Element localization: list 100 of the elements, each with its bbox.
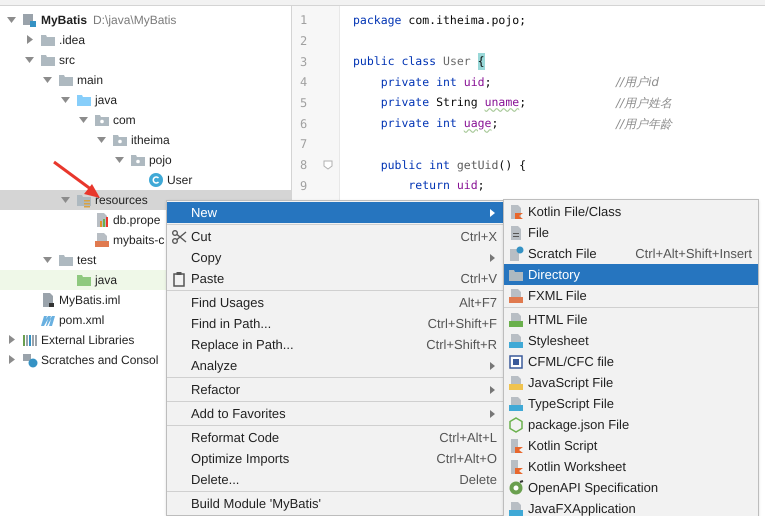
menu-item[interactable]: OpenAPI Specification: [504, 477, 758, 498]
menu-item[interactable]: Cut Ctrl+X: [167, 226, 503, 247]
tree-row[interactable]: MyBatis D:\java\MyBatis: [0, 10, 291, 30]
shortcut-label: Ctrl+X: [460, 228, 497, 246]
kotlin-file-icon: [508, 438, 524, 454]
tree-label: MyBatis: [41, 12, 88, 29]
tree-row[interactable]: pojo: [0, 150, 291, 170]
tree-row[interactable]: java: [0, 90, 291, 110]
line-number: 5: [300, 95, 308, 112]
line-number: 3: [300, 54, 308, 71]
menu-item[interactable]: Build Module 'MyBatis': [167, 493, 503, 514]
openapi-icon: [508, 480, 524, 496]
menu-item[interactable]: Refactor: [167, 379, 503, 400]
code-token: User: [442, 53, 472, 70]
code-keyword: private int: [380, 115, 458, 132]
tree-label: mybaits-c: [113, 232, 164, 249]
line-number: 1: [300, 12, 308, 30]
shortcut-label: Ctrl+Alt+Shift+Insert: [635, 244, 752, 263]
shortcut-label: Ctrl+Alt+L: [439, 428, 497, 447]
menu-item[interactable]: FXML File: [504, 285, 758, 306]
package-icon: [94, 112, 110, 128]
code-token: String: [435, 94, 479, 112]
line-number: 8: [300, 157, 308, 174]
code-token: ;: [519, 94, 526, 112]
menu-item[interactable]: Copy: [167, 247, 503, 268]
folder-icon: [58, 252, 74, 268]
tree-row[interactable]: itheima: [0, 130, 291, 150]
menu-item[interactable]: Replace in Path... Ctrl+Shift+R: [167, 334, 503, 355]
code-comment: //用户年龄: [616, 116, 672, 133]
menu-item[interactable]: Stylesheet: [504, 330, 758, 351]
tree-label: pojo: [149, 152, 172, 169]
folder-icon: [40, 52, 56, 68]
code-token: uid: [462, 74, 485, 91]
menu-item[interactable]: Add to Favorites: [167, 403, 503, 424]
kotlin-file-icon: [508, 204, 524, 220]
fold-icon[interactable]: [323, 160, 333, 170]
line-number: 6: [300, 116, 308, 133]
menu-item[interactable]: Reformat Code Ctrl+Alt+L: [167, 427, 503, 448]
menu-item[interactable]: Directory: [504, 264, 758, 285]
properties-file-icon: [94, 212, 110, 228]
tree-row[interactable]: com: [0, 110, 291, 130]
tree-label: main: [77, 72, 104, 89]
code-keyword: return: [407, 177, 450, 194]
code-keyword: private int: [380, 74, 457, 91]
shortcut-label: Delete: [459, 470, 497, 489]
class-icon: [148, 172, 164, 188]
code-comment: //用户id: [616, 74, 660, 92]
scratches-icon: [22, 352, 38, 368]
tree-row[interactable]: .idea: [0, 30, 291, 50]
code-token: ;: [491, 115, 498, 132]
menu-item[interactable]: File: [504, 222, 758, 243]
module-icon: [22, 12, 38, 28]
menu-item[interactable]: CFML/CFC file: [504, 351, 758, 372]
css-file-icon: [508, 332, 524, 348]
menu-item[interactable]: Find in Path... Ctrl+Shift+F: [167, 313, 503, 334]
code-token: uname: [484, 94, 520, 112]
tree-label: External Libraries: [41, 332, 134, 349]
line-number: 4: [300, 74, 308, 92]
tree-label: java: [95, 272, 118, 289]
shortcut-label: Ctrl+V: [460, 270, 497, 288]
tree-label: .idea: [59, 32, 86, 49]
menu-item[interactable]: Find Usages Alt+F7: [167, 292, 503, 313]
menu-item[interactable]: Kotlin Worksheet: [504, 456, 758, 477]
tree-row[interactable]: User: [0, 170, 291, 190]
tree-label: test: [77, 252, 96, 269]
code-token: {: [478, 53, 485, 70]
menu-item[interactable]: Scratch File Ctrl+Alt+Shift+Insert: [504, 243, 758, 264]
menu-item[interactable]: JavaScript File: [504, 372, 758, 393]
menu-item[interactable]: Optimize Imports Ctrl+Alt+O: [167, 448, 503, 469]
scissors-icon: [171, 228, 187, 244]
menu-item[interactable]: JavaFXApplication: [504, 498, 758, 516]
tree-label: resources: [95, 192, 148, 209]
package-icon: [130, 152, 146, 168]
tree-row[interactable]: main: [0, 70, 291, 90]
menu-item[interactable]: Kotlin Script: [504, 435, 758, 456]
package-icon: [112, 132, 128, 148]
menu-item[interactable]: Kotlin File/Class: [504, 201, 758, 222]
menu-item[interactable]: Analyze: [167, 355, 503, 376]
menu-item[interactable]: package.json File: [504, 414, 758, 435]
tree-row[interactable]: src: [0, 50, 291, 70]
scratch-file-icon: [508, 246, 524, 262]
shortcut-label: Ctrl+Shift+F: [428, 314, 497, 333]
folder-icon: [58, 72, 74, 88]
line-number: 9: [300, 178, 308, 195]
shortcut-label: Ctrl+Shift+R: [426, 336, 497, 354]
folder-icon: [76, 192, 92, 208]
menu-item[interactable]: New: [167, 202, 503, 223]
menu-item[interactable]: TypeScript File: [504, 393, 758, 414]
libraries-icon: [22, 332, 38, 348]
line-number: 7: [300, 136, 308, 154]
menu-item[interactable]: HTML File: [504, 309, 758, 330]
code-comment: //用户姓名: [616, 95, 672, 112]
typescript-file-icon: [508, 396, 524, 412]
line-number: 2: [300, 33, 308, 50]
menu-item[interactable]: Delete... Delete: [167, 469, 503, 490]
code-keyword: package: [353, 12, 402, 29]
kotlin-file-icon: [508, 458, 524, 474]
code-keyword: public class: [353, 53, 436, 70]
tree-label: com: [113, 112, 136, 129]
code-keyword: private: [380, 94, 430, 112]
